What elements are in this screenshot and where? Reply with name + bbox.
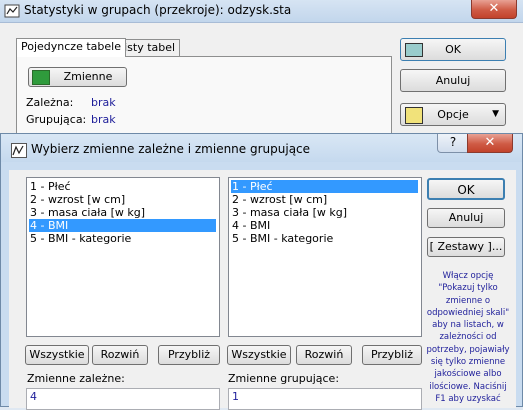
zalezna-value: brak bbox=[91, 96, 116, 109]
help-hint-text: Włącz opcję "Pokazuj tylko zmienne o odp… bbox=[426, 271, 510, 404]
variable-sets-button[interactable]: [ Zestawy ]... bbox=[427, 237, 505, 257]
grupujaca-label: Grupująca: bbox=[26, 113, 87, 126]
list-item[interactable]: 3 - masa ciała [w kg] bbox=[29, 206, 216, 219]
left-expand-button[interactable]: Rozwiń bbox=[92, 345, 148, 365]
parent-ok-label: OK bbox=[445, 43, 461, 56]
dialog-ok-button[interactable]: OK bbox=[427, 178, 505, 200]
summary-table-icon bbox=[405, 43, 423, 57]
list-item[interactable]: 3 - masa ciała [w kg] bbox=[231, 206, 418, 219]
dialog-close-button[interactable]: ✕ bbox=[467, 134, 513, 153]
list-item-selected[interactable]: 1 - Płeć bbox=[231, 180, 418, 193]
right-expand-button[interactable]: Rozwiń bbox=[296, 345, 352, 365]
dialog-body: 1 - Płeć 2 - wzrost [w cm] 3 - masa ciał… bbox=[9, 170, 516, 410]
grouping-variables-list[interactable]: 1 - Płeć 2 - wzrost [w cm] 3 - masa ciał… bbox=[228, 177, 422, 337]
variable-selection-dialog: Wybierz zmienne zależne i zmienne grupuj… bbox=[0, 133, 523, 410]
options-button[interactable]: Opcje ▼ bbox=[400, 103, 506, 126]
options-label: Opcje bbox=[437, 108, 469, 121]
tab-pojedyncze-tabele[interactable]: Pojedyncze tabele bbox=[16, 38, 126, 57]
right-zoom-button[interactable]: Przybliż bbox=[362, 345, 422, 365]
list-item[interactable]: 4 - BMI bbox=[231, 219, 418, 232]
zalezna-label: Zależna: bbox=[26, 96, 74, 109]
parent-titlebar: Statystyki w grupach (przekroje): odzysk… bbox=[0, 0, 523, 23]
dialog-cancel-button[interactable]: Anuluj bbox=[427, 208, 505, 228]
parent-ok-button[interactable]: OK bbox=[400, 38, 506, 61]
list-item[interactable]: 5 - BMI - kategorie bbox=[29, 232, 216, 245]
dialog-titlebar: Wybierz zmienne zależne i zmienne grupuj… bbox=[1, 134, 522, 162]
list-item[interactable]: 1 - Płeć bbox=[29, 180, 216, 193]
list-item-selected[interactable]: 4 - BMI bbox=[29, 219, 216, 232]
list-item[interactable]: 5 - BMI - kategorie bbox=[231, 232, 418, 245]
left-select-all-button[interactable]: Wszystkie bbox=[25, 345, 89, 365]
parent-window-title: Statystyki w grupach (przekroje): odzysk… bbox=[24, 3, 292, 17]
parent-cancel-button[interactable]: Anuluj bbox=[400, 69, 506, 92]
list-item[interactable]: 2 - wzrost [w cm] bbox=[231, 193, 418, 206]
help-button[interactable]: ? bbox=[437, 134, 469, 153]
variables-icon bbox=[32, 70, 50, 85]
options-icon bbox=[405, 107, 423, 124]
dependent-variables-label: Zmienne zależne: bbox=[27, 372, 125, 385]
chevron-down-icon: ▼ bbox=[492, 109, 499, 119]
app-icon bbox=[4, 3, 20, 19]
grupujaca-value: brak bbox=[91, 113, 116, 126]
dialog-title: Wybierz zmienne zależne i zmienne grupuj… bbox=[31, 142, 311, 156]
list-item[interactable]: 2 - wzrost [w cm] bbox=[29, 193, 216, 206]
zmienne-button[interactable]: Zmienne bbox=[28, 67, 127, 87]
dependent-variables-list[interactable]: 1 - Płeć 2 - wzrost [w cm] 3 - masa ciał… bbox=[26, 177, 220, 337]
right-select-all-button[interactable]: Wszystkie bbox=[227, 345, 291, 365]
parent-close-button[interactable]: ✕ bbox=[471, 0, 517, 19]
grouping-variables-label: Zmienne grupujące: bbox=[228, 372, 340, 385]
zmienne-button-label: Zmienne bbox=[63, 70, 113, 83]
chart-icon bbox=[11, 143, 27, 158]
left-zoom-button[interactable]: Przybliż bbox=[158, 345, 220, 365]
